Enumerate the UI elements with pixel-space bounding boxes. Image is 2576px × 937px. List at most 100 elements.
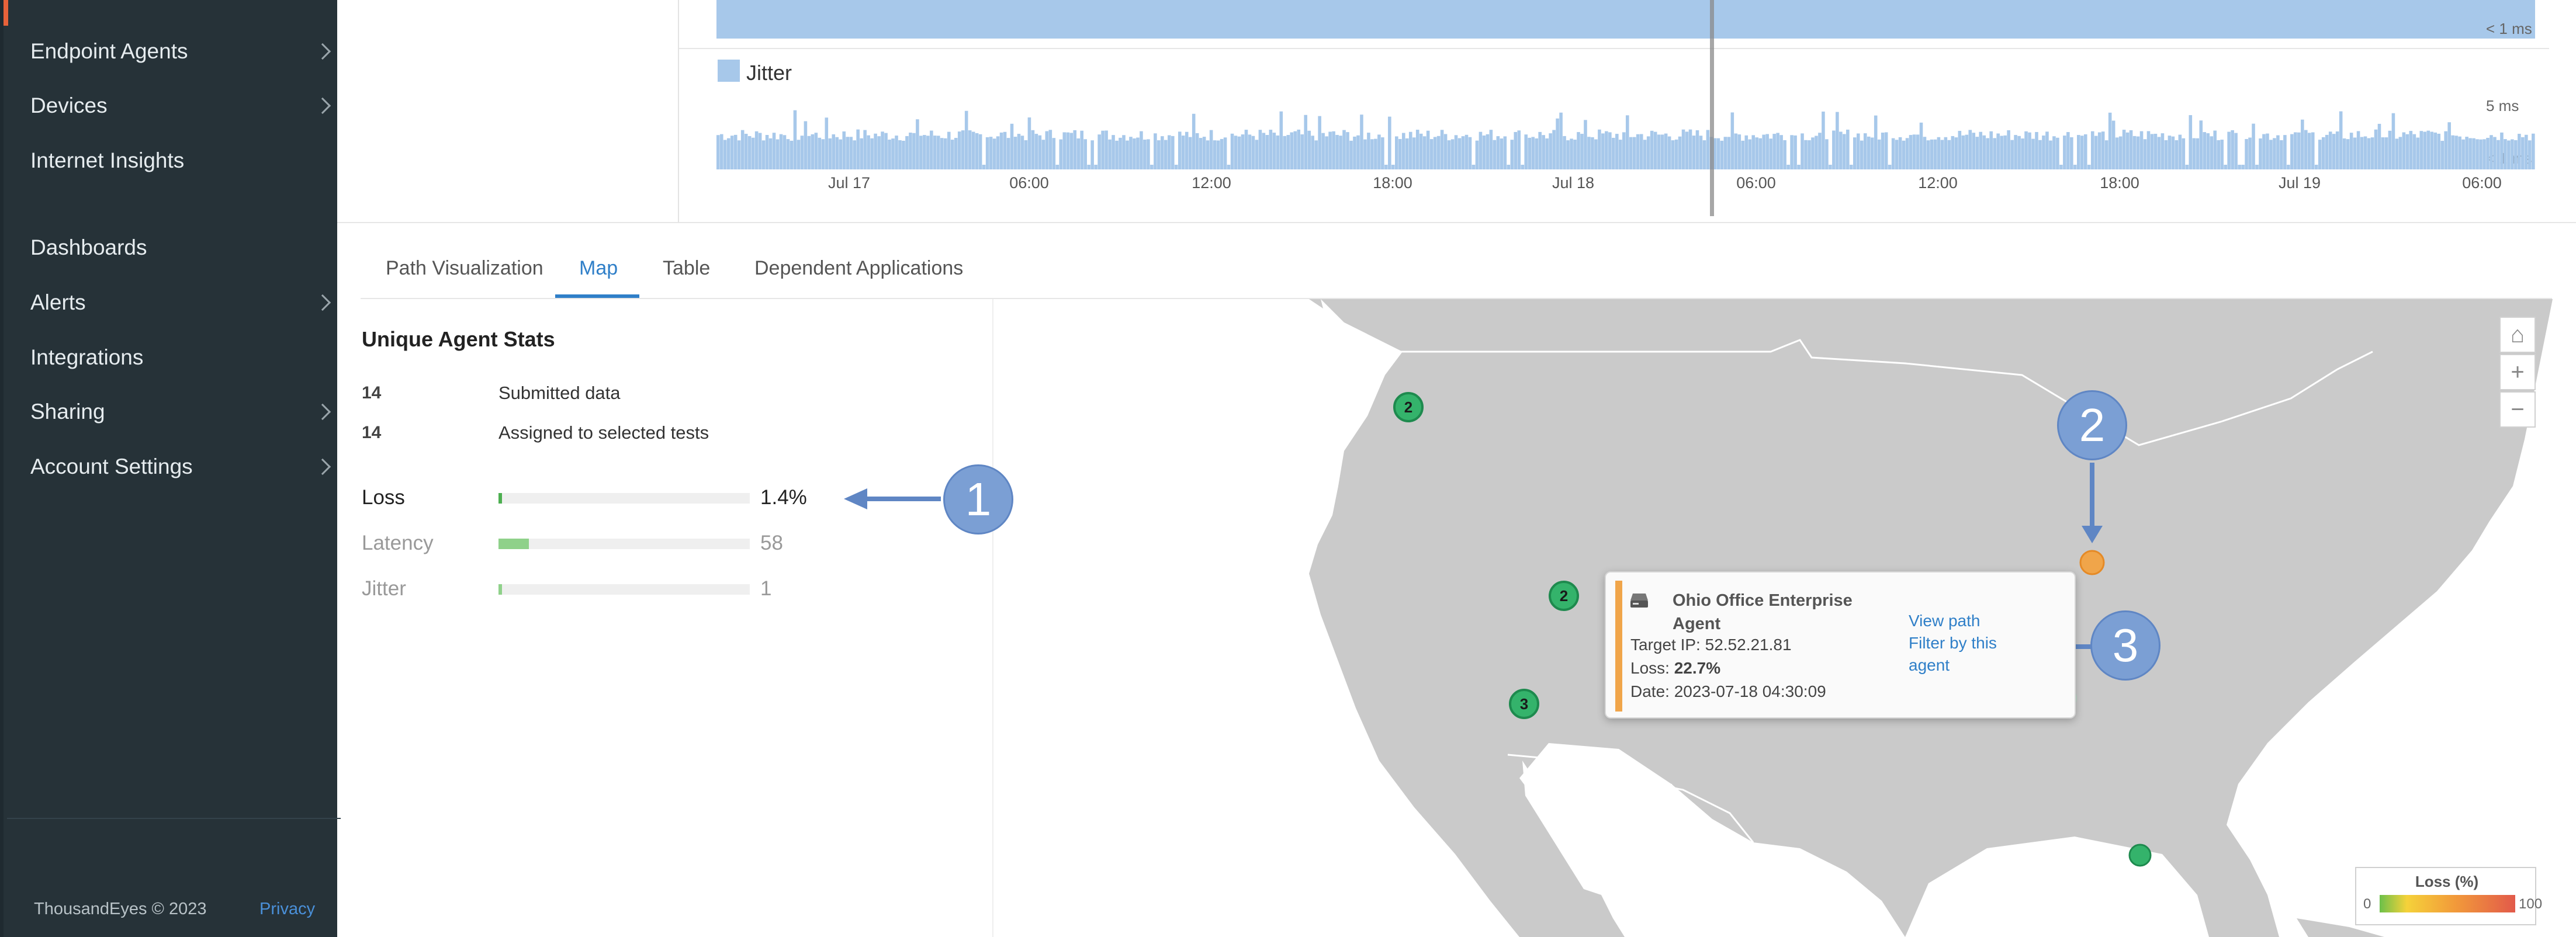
jitter-bar <box>1154 133 1157 169</box>
jitter-bar <box>1982 135 1986 169</box>
jitter-bar <box>1027 117 1031 169</box>
jitter-bar <box>985 137 989 169</box>
map-cluster-nevada[interactable]: 2 <box>1549 581 1579 611</box>
sidebar-item-integrations[interactable]: Integrations <box>30 340 328 375</box>
map-cluster-san-diego[interactable]: 3 <box>1509 689 1539 719</box>
jitter-bar <box>853 140 856 169</box>
map-zoom-in-button[interactable]: + <box>2499 354 2536 390</box>
jitter-bar <box>726 138 730 169</box>
jitter-bar <box>825 117 829 169</box>
sidebar-item-dashboards[interactable]: Dashboards <box>30 230 328 265</box>
jitter-bar <box>1944 137 1948 169</box>
jitter-bar <box>2252 123 2255 169</box>
jitter-bar <box>779 134 783 169</box>
jitter-bar <box>2080 136 2084 169</box>
jitter-bar <box>2003 135 2007 169</box>
tab-path-visualization[interactable]: Path Visualization <box>386 257 543 280</box>
jitter-bar <box>846 137 850 169</box>
jitter-bar <box>1237 136 1241 169</box>
map-agent-ohio[interactable] <box>2079 550 2105 575</box>
jitter-bar <box>933 136 937 169</box>
jitter-bar <box>856 129 860 169</box>
annotation-1-arrow <box>844 488 941 509</box>
loss-legend-min: 0 <box>2363 896 2371 912</box>
jitter-bar <box>1475 140 1479 169</box>
jitter-bar <box>1853 137 1857 169</box>
jitter-bar <box>2444 131 2447 169</box>
jitter-bar <box>1209 130 1213 169</box>
map-cluster-seattle[interactable]: 2 <box>1393 392 1424 422</box>
sidebar-item-alerts[interactable]: Alerts <box>30 285 331 320</box>
jitter-bar <box>1248 134 1252 169</box>
jitter-bar <box>2056 137 2059 169</box>
jitter-bar <box>1181 136 1185 169</box>
jitter-bar <box>1147 139 1150 169</box>
jitter-bar <box>2486 137 2490 169</box>
sidebar-item-account-settings[interactable]: Account Settings <box>30 449 331 484</box>
jitter-bar <box>2419 131 2423 169</box>
jitter-bar <box>1297 129 1301 169</box>
tab-map[interactable]: Map <box>579 257 618 280</box>
sidebar-item-sharing[interactable]: Sharing <box>30 394 331 429</box>
jitter-bar <box>2104 140 2108 169</box>
map-home-button[interactable]: ⌂ <box>2499 317 2536 353</box>
jitter-bar <box>916 119 919 169</box>
timeline-cursor[interactable] <box>1710 0 1714 216</box>
latency-label[interactable]: Latency <box>362 532 434 555</box>
jitter-bar <box>1206 140 1210 169</box>
jitter-bar <box>2234 133 2238 169</box>
jitter-bar <box>1811 137 1815 169</box>
jitter-bar <box>1723 137 1727 169</box>
jitter-bar <box>1762 134 1765 169</box>
jitter-bar <box>1850 165 1853 169</box>
jitter-timeline-chart[interactable] <box>716 105 2535 169</box>
jitter-bar <box>2238 165 2241 169</box>
sidebar-item-endpoint-agents[interactable]: Endpoint Agents <box>30 34 331 69</box>
jitter-bar <box>1888 165 1892 169</box>
jitter-bar <box>1314 140 1318 169</box>
map-agent-miami[interactable] <box>2128 844 2152 867</box>
sidebar-item-devices[interactable]: Devices <box>30 88 331 123</box>
jitter-legend-swatch <box>718 60 740 82</box>
filter-by-agent-link[interactable]: Filter by this agent <box>1909 632 2014 676</box>
map-zoom-out-button[interactable]: − <box>2499 391 2536 428</box>
jitter-bar <box>954 138 958 169</box>
jitter-bar <box>1674 139 1678 169</box>
jitter-bar <box>786 139 790 169</box>
tab-dependent-applications[interactable]: Dependent Applications <box>754 257 963 280</box>
submitted-label: Submitted data <box>498 383 621 403</box>
jitter-bar <box>1930 139 1934 169</box>
jitter-bar <box>1293 131 1297 169</box>
x-tick-label: 12:00 <box>1192 174 1231 192</box>
jitter-bar <box>821 139 825 169</box>
jitter-bar <box>2381 137 2385 169</box>
jitter-bar <box>1877 139 1881 169</box>
jitter-bar <box>2175 140 2179 169</box>
jitter-bar <box>2318 140 2322 169</box>
sidebar-item-label: Integrations <box>30 345 144 369</box>
jitter-bar <box>2482 139 2486 169</box>
sidebar-item-internet-insights[interactable]: Internet Insights <box>30 143 328 178</box>
jitter-bar <box>1968 130 1972 169</box>
jitter-bar <box>2426 130 2430 169</box>
jitter-bar <box>2395 138 2399 169</box>
jitter-bar <box>1741 140 1745 169</box>
jitter-bar <box>2356 131 2360 169</box>
tab-table[interactable]: Table <box>663 257 710 280</box>
tooltip-agent-name: Ohio Office Enterprise Agent <box>1673 591 1853 633</box>
jitter-bar <box>1797 165 1801 169</box>
jitter-bar <box>1356 135 1360 169</box>
jitter-bar <box>2511 139 2514 169</box>
jitter-bar <box>2255 165 2259 169</box>
submitted-count: 14 <box>362 383 382 402</box>
jitter-bar <box>2045 131 2049 169</box>
jitter-bar <box>2118 136 2123 169</box>
jitter-bar <box>1524 134 1528 169</box>
jitter-label[interactable]: Jitter <box>362 577 406 601</box>
jitter-bar <box>1825 139 1829 169</box>
view-path-link[interactable]: View path <box>1909 610 1980 632</box>
jitter-bar <box>2028 132 2031 169</box>
jitter-bar <box>1993 138 1996 169</box>
jitter-bar <box>2087 165 2091 169</box>
privacy-link[interactable]: Privacy <box>259 900 315 919</box>
